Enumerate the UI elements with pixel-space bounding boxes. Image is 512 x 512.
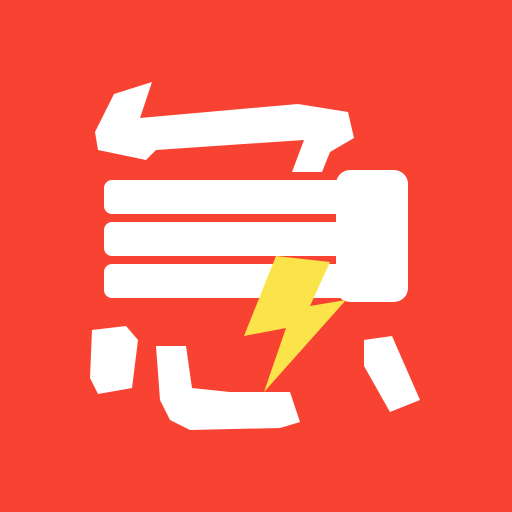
glyph-heart-left-dot (90, 326, 138, 394)
app-icon: 急 (0, 0, 512, 512)
glyph-bar-1 (104, 180, 370, 214)
glyph-bar-3 (104, 264, 370, 298)
app-icon-graphic (0, 0, 512, 512)
glyph-vertical (336, 170, 408, 302)
glyph-bar-2 (104, 222, 370, 256)
